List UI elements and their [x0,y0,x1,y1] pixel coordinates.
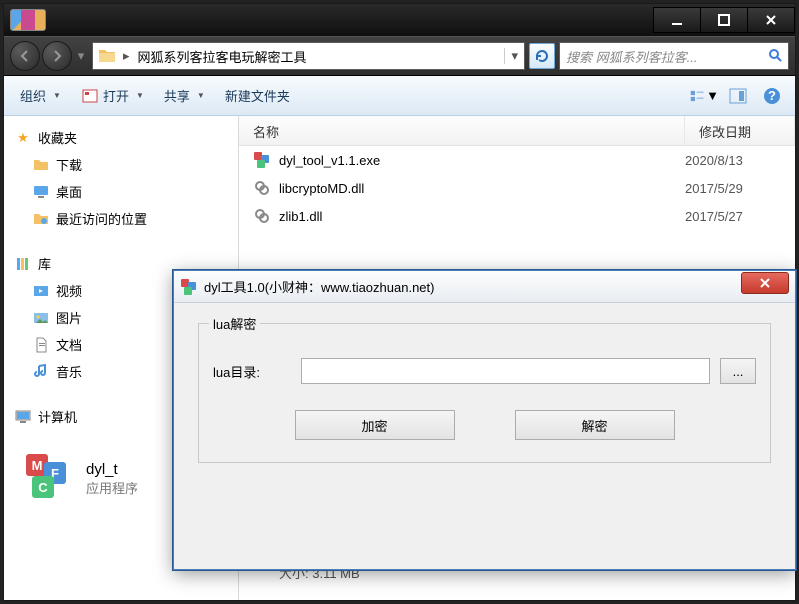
svg-text:M: M [32,458,43,473]
sidebar-favorites[interactable]: ★收藏夹 [4,124,238,151]
titlebar [4,4,795,36]
forward-button[interactable] [42,41,72,71]
svg-text:?: ? [768,88,776,103]
column-header: 名称 修改日期 [239,116,795,146]
back-button[interactable] [10,41,40,71]
dyl-tool-dialog: dyl工具1.0(小财神：www.tiaozhuan.net) lua解密 lu… [173,270,796,570]
group-legend: lua解密 [209,314,260,333]
address-dropdown-icon[interactable]: ▾ [504,48,524,64]
breadcrumb[interactable]: 网狐系列客拉客电玩解密工具 [132,47,313,66]
decrypt-button[interactable]: 解密 [515,410,675,440]
music-icon [32,363,50,381]
sidebar-item-downloads[interactable]: 下载 [4,151,238,178]
svg-text:C: C [38,480,48,495]
folder-icon [97,46,117,66]
selected-filetype: 应用程序 [86,478,138,497]
mfc-icon: MFC [18,448,76,509]
help-button[interactable]: ? [757,82,787,110]
dll-icon [253,179,271,197]
dialog-title: dyl工具1.0(小财神：www.tiaozhuan.net) [204,277,741,296]
organize-menu[interactable]: 组织▼ [12,82,69,109]
search-input[interactable]: 搜索 网狐系列客拉客... [559,42,789,70]
app-icon [10,9,46,31]
documents-icon [32,336,50,354]
new-folder-button[interactable]: 新建文件夹 [217,82,298,109]
lua-dir-input[interactable] [301,358,710,384]
recent-icon [32,210,50,228]
dialog-close-button[interactable] [741,272,789,294]
lua-dir-label: lua目录: [213,362,291,381]
open-icon [81,87,99,105]
toolbar: 组织▼ 打开▼ 共享▼ 新建文件夹 ▼ ? [4,76,795,116]
mfc-icon [180,278,198,296]
dialog-body: lua解密 lua目录: ... 加密 解密 [174,303,795,483]
browse-button[interactable]: ... [720,358,756,384]
encrypt-button[interactable]: 加密 [295,410,455,440]
sidebar-item-desktop[interactable]: 桌面 [4,178,238,205]
refresh-button[interactable] [529,43,555,69]
pictures-icon [32,309,50,327]
minimize-button[interactable] [653,7,701,33]
file-row[interactable]: libcryptoMD.dll 2017/5/29 [239,174,795,202]
window-controls [654,7,795,33]
desktop-icon [32,183,50,201]
close-button[interactable] [747,7,795,33]
nav-bar: ▾ ▸ 网狐系列客拉客电玩解密工具 ▾ 搜索 网狐系列客拉客... [4,36,795,76]
dialog-titlebar: dyl工具1.0(小财神：www.tiaozhuan.net) [174,271,795,303]
sidebar-item-recent[interactable]: 最近访问的位置 [4,205,238,232]
search-icon [768,48,782,65]
breadcrumb-arrow-icon: ▸ [121,48,132,64]
computer-icon [14,408,32,426]
selected-filename: dyl_t [86,461,138,478]
column-name[interactable]: 名称 [239,116,685,145]
column-modified[interactable]: 修改日期 [685,116,795,145]
maximize-button[interactable] [700,7,748,33]
open-button[interactable]: 打开▼ [73,82,152,109]
search-placeholder: 搜索 网狐系列客拉客... [566,47,697,66]
star-icon: ★ [14,129,32,147]
share-menu[interactable]: 共享▼ [156,82,213,109]
file-row[interactable]: zlib1.dll 2017/5/27 [239,202,795,230]
preview-pane-button[interactable] [723,82,753,110]
lua-decrypt-group: lua解密 lua目录: ... 加密 解密 [198,323,771,463]
address-bar[interactable]: ▸ 网狐系列客拉客电玩解密工具 ▾ [92,42,525,70]
dll-icon [253,207,271,225]
mfc-icon [253,151,271,169]
history-dropdown[interactable]: ▾ [74,48,88,64]
library-icon [14,255,32,273]
view-options-button[interactable]: ▼ [689,82,719,110]
video-icon [32,282,50,300]
folder-icon [32,156,50,174]
file-row[interactable]: dyl_tool_v1.1.exe 2020/8/13 [239,146,795,174]
